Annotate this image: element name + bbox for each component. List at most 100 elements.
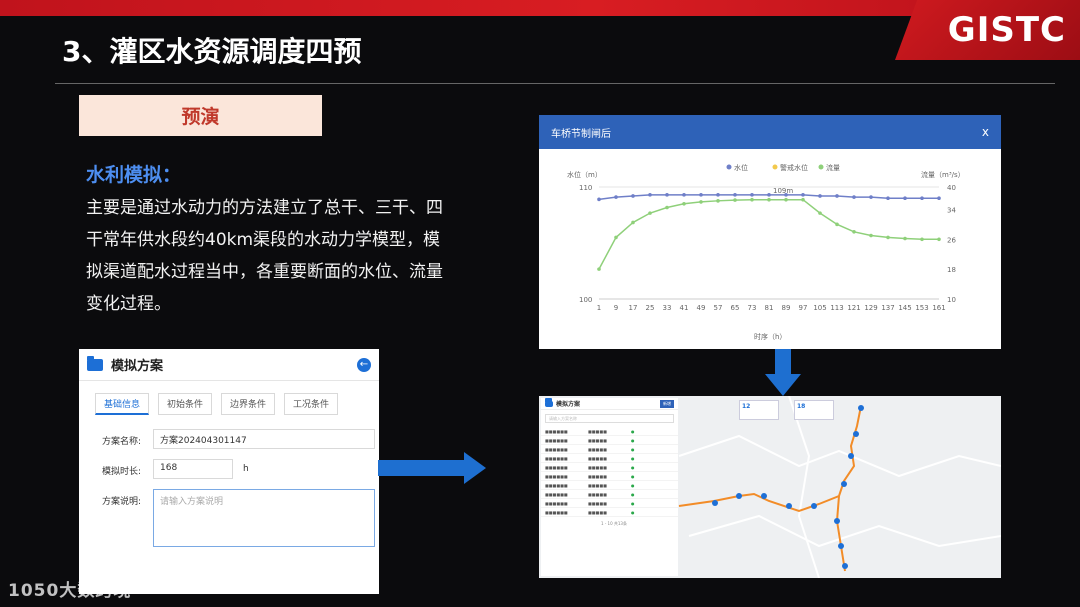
list-item[interactable]: ■■■■■■ ■■■■■ ● <box>541 499 678 508</box>
data-point <box>767 197 771 202</box>
arrow-down-icon <box>765 348 801 396</box>
company-logo: GISTC <box>947 10 1066 50</box>
data-point <box>597 267 601 271</box>
list-item[interactable]: ■■■■■■ ■■■■■ ● <box>541 445 678 454</box>
tab-initial-conditions[interactable]: 初始条件 <box>158 393 213 415</box>
map-pager[interactable]: 1 - 10 共13条 <box>541 517 678 527</box>
x-tick: 121 <box>847 304 860 312</box>
list-item[interactable]: ■■■■■■ ■■■■■ ● <box>541 463 678 472</box>
y-left-tick: 110 <box>579 184 592 192</box>
x-tick: 25 <box>646 304 655 312</box>
legend-label: 警戒水位 <box>780 163 808 172</box>
data-point <box>869 233 873 238</box>
data-point <box>903 196 907 200</box>
y-right-tick: 18 <box>947 266 956 274</box>
tab-boundary-conditions[interactable]: 边界条件 <box>221 393 276 415</box>
x-tick: 9 <box>614 304 618 312</box>
form-header: 模拟方案 ← <box>79 349 379 381</box>
data-point <box>750 197 754 202</box>
data-point <box>665 193 669 197</box>
chart-window: 车桥节制闸后 x 水位 警戒水位 流量 水位（m） 流量（m³/s） 时序（h） 110 10… <box>539 115 1001 349</box>
legend-marker <box>726 164 732 170</box>
y-right-tick: 40 <box>947 184 956 192</box>
map-stat-1: 12 <box>739 400 779 420</box>
folder-icon <box>87 355 103 371</box>
duration-label: 模拟时长: <box>101 467 141 477</box>
map-stat-2-value: 18 <box>797 403 806 410</box>
y-right-label: 流量（m³/s） <box>921 170 965 179</box>
data-point <box>716 199 720 203</box>
x-tick: 161 <box>932 304 945 312</box>
list-item[interactable]: ■■■■■■ ■■■■■ ● <box>541 454 678 463</box>
map-list-header: 模拟方案 新增 <box>541 397 678 410</box>
data-point <box>682 193 686 197</box>
x-tick: 1 <box>597 304 601 312</box>
form-title: 模拟方案 <box>111 359 164 374</box>
add-scheme-button[interactable]: 新增 <box>660 399 674 408</box>
legend-marker <box>818 164 824 170</box>
x-tick: 49 <box>697 304 706 312</box>
x-tick: 65 <box>731 304 740 312</box>
map-list-title: 模拟方案 <box>556 401 581 408</box>
list-item[interactable]: ■■■■■■ ■■■■■ ● <box>541 427 678 436</box>
back-arrow-icon[interactable]: ← <box>357 357 371 372</box>
list-item[interactable]: ■■■■■■ ■■■■■ ● <box>541 481 678 490</box>
x-tick: 41 <box>680 304 689 312</box>
tab-operating-conditions[interactable]: 工况条件 <box>284 393 339 415</box>
sub-heading: 水利模拟： <box>86 164 182 186</box>
legend-label: 水位 <box>734 163 748 172</box>
data-point <box>597 197 601 202</box>
list-item[interactable]: ■■■■■■ ■■■■■ ● <box>541 436 678 445</box>
description-textarea[interactable]: 请输入方案说明 <box>153 489 375 547</box>
data-point <box>869 195 873 199</box>
section-tag: 预演 <box>79 95 322 136</box>
data-point <box>784 197 788 202</box>
data-point <box>886 235 890 240</box>
list-item[interactable]: ■■■■■■ ■■■■■ ● <box>541 472 678 481</box>
simulation-form-panel: 模拟方案 ← 基础信息 初始条件 边界条件 工况条件 方案名称: 方案20240… <box>79 349 379 594</box>
x-tick: 129 <box>864 304 877 312</box>
data-point <box>937 196 941 200</box>
map-stat-2: 18 <box>794 400 834 420</box>
chart-window-title: 车桥节制闸后 <box>551 128 611 140</box>
arrow-right-icon <box>378 452 486 484</box>
data-point <box>801 193 805 197</box>
data-point <box>920 237 924 242</box>
tab-basic-info[interactable]: 基础信息 <box>95 393 150 415</box>
title-divider <box>55 83 1055 84</box>
chart-window-header: 车桥节制闸后 x <box>539 115 1001 149</box>
duration-unit: h <box>243 464 249 474</box>
data-point <box>937 237 941 242</box>
close-icon[interactable]: x <box>982 125 989 139</box>
data-point <box>699 193 703 197</box>
series-line <box>598 198 939 270</box>
x-axis-label: 时序（h） <box>754 332 786 341</box>
scheme-name-label: 方案名称: <box>101 437 141 447</box>
y-right-tick: 26 <box>947 236 956 244</box>
data-point <box>648 193 652 197</box>
list-item[interactable]: ■■■■■■ ■■■■■ ● <box>541 508 678 517</box>
data-point <box>835 222 839 227</box>
duration-input[interactable]: 168 <box>153 459 233 479</box>
x-tick: 73 <box>748 304 757 312</box>
data-point <box>631 220 635 225</box>
body-text: 主要是通过水动力的方法建立了总干、三干、四干常年供水段约40km渠段的水动力学模… <box>86 198 443 314</box>
data-point <box>682 202 686 206</box>
x-tick: 97 <box>799 304 808 312</box>
list-item[interactable]: ■■■■■■ ■■■■■ ● <box>541 490 678 499</box>
map-search-input[interactable]: 请输入方案名称 <box>545 414 674 423</box>
data-point <box>614 195 618 199</box>
scheme-name-input[interactable]: 方案202404301147 <box>153 429 375 449</box>
data-point <box>665 205 669 210</box>
data-point <box>750 193 754 197</box>
data-point <box>920 196 924 200</box>
data-point <box>699 200 703 204</box>
y-left-label: 水位（m） <box>567 170 602 179</box>
map-window: 模拟方案 新增 请输入方案名称 ■■■■■■ ■■■■■ ● ■■■■■■ ■■■■■… <box>539 396 1001 578</box>
y-right-tick: 34 <box>947 206 956 214</box>
y-right-tick: 10 <box>947 296 956 304</box>
watermark: 1050大数跨境 <box>8 581 132 601</box>
data-point <box>733 198 737 202</box>
x-tick: 57 <box>714 304 723 312</box>
x-tick: 89 <box>782 304 791 312</box>
